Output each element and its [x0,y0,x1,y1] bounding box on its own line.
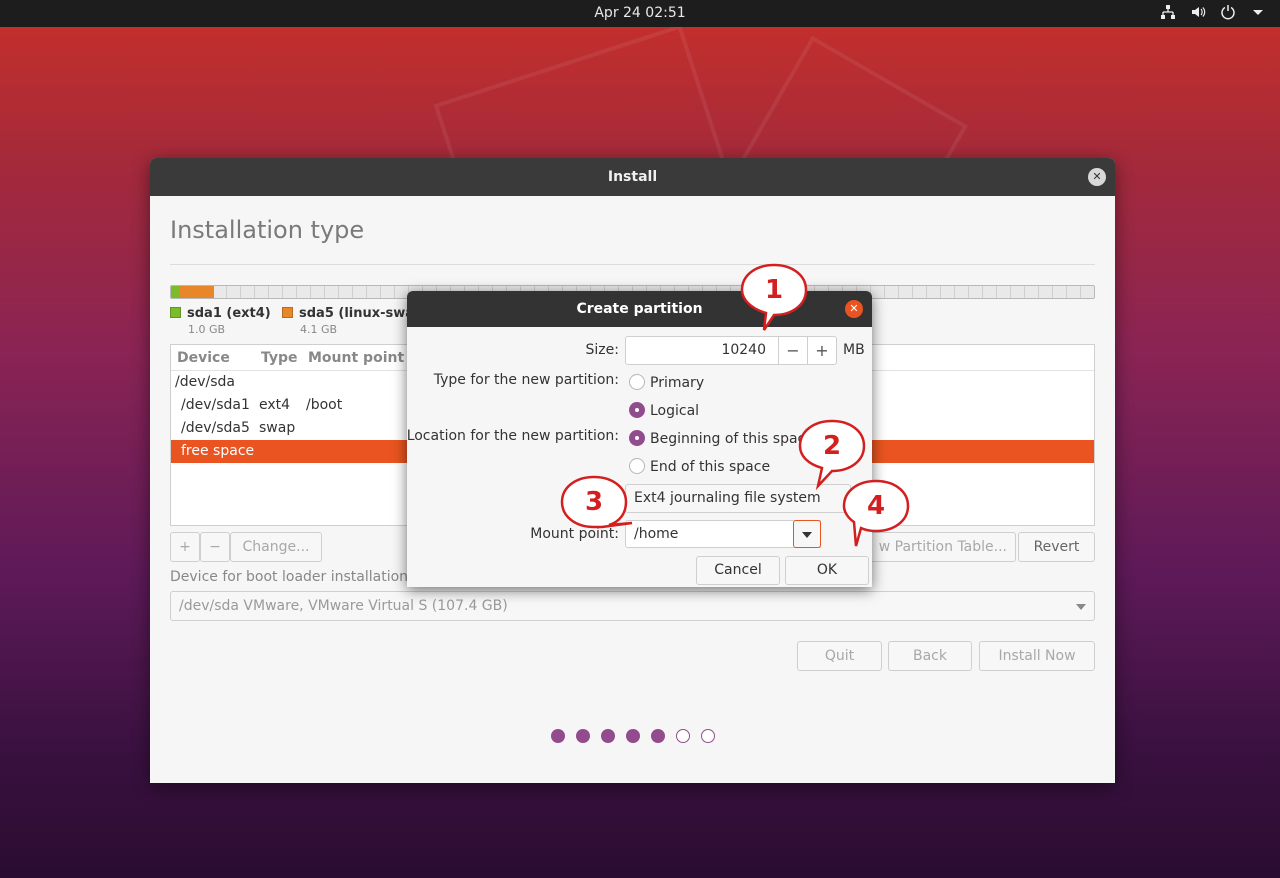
close-icon[interactable]: ✕ [845,300,863,318]
location-label: Location for the new partition: [406,428,619,444]
legend-item-sda5: sda5 (linux-swa 4.1 GB [282,306,414,336]
boot-loader-value: /dev/sda VMware, VMware Virtual S (107.4… [179,598,508,614]
ok-button[interactable]: OK [785,556,869,585]
row-device: /dev/sda [175,374,235,390]
legend-size: 4.1 GB [300,323,338,336]
decrement-button[interactable]: − [778,337,807,364]
dialog-title: Create partition [576,301,703,317]
radio-label: Logical [650,403,700,419]
clock[interactable]: Apr 24 02:51 [0,5,1280,21]
size-unit: MB [843,342,865,358]
chevron-down-icon [802,532,812,538]
column-header-mount[interactable]: Mount point [308,350,404,366]
row-type: swap [259,420,296,436]
row-device: /dev/sda5 [181,420,250,436]
annotation-callout-2: 2 [798,418,866,491]
legend-name: sda5 (linux-swa [299,306,415,321]
network-icon[interactable] [1160,4,1176,20]
boot-loader-select[interactable]: /dev/sda VMware, VMware Virtual S (107.4… [170,591,1095,621]
install-now-button[interactable]: Install Now [979,641,1095,671]
annotation-callout-1: 1 [740,262,808,331]
add-partition-button[interactable]: + [170,532,200,562]
legend-swatch [282,307,293,318]
radio-circle-checked[interactable] [629,402,645,418]
close-icon[interactable]: ✕ [1088,168,1106,186]
legend-item-sda1: sda1 (ext4) 1.0 GB [170,306,271,336]
size-value[interactable]: 10240 [721,342,766,358]
radio-label: Beginning of this space [650,431,814,447]
radio-beginning[interactable]: Beginning of this space [629,430,814,447]
radio-label: Primary [650,375,705,391]
legend-swatch [170,307,181,318]
column-header-device[interactable]: Device [177,350,230,366]
radio-circle[interactable] [629,458,645,474]
progress-dot-pending [700,729,715,743]
progress-dot-complete [625,729,640,743]
system-tray[interactable] [1160,4,1266,20]
use-as-value: Ext4 journaling file system [634,490,821,506]
remove-partition-button[interactable]: − [200,532,230,562]
page-title: Installation type [170,216,365,244]
boot-loader-label: Device for boot loader installation: [170,569,413,585]
window-titlebar[interactable]: Install ✕ [150,158,1115,196]
legend-name: sda1 (ext4) [187,306,271,321]
power-icon[interactable] [1220,4,1236,20]
progress-dot-complete [650,729,665,743]
revert-button[interactable]: Revert [1018,532,1095,562]
callout-number: 3 [584,487,604,517]
top-bar: Apr 24 02:51 [0,0,1280,27]
quit-button[interactable]: Quit [797,641,882,671]
size-input[interactable]: 10240 − + [625,336,837,365]
disk-segment-sda5 [180,286,214,298]
mount-point-dropdown-button[interactable] [793,520,821,548]
row-mount: /boot [306,397,343,413]
radio-end[interactable]: End of this space [629,458,770,475]
progress-dots [150,729,1115,747]
back-button[interactable]: Back [888,641,972,671]
increment-button[interactable]: + [807,337,836,364]
disk-segment-sda1 [171,286,180,298]
legend-size: 1.0 GB [188,323,226,336]
row-device: free space [181,443,255,459]
radio-circle-checked[interactable] [629,430,645,446]
progress-dot-complete [600,729,615,743]
radio-primary[interactable]: Primary [629,374,704,391]
progress-dot-pending [675,729,690,743]
annotation-callout-3: 3 [560,474,633,530]
window-title: Install [607,169,658,185]
row-type: ext4 [259,397,291,413]
volume-icon[interactable] [1190,4,1206,20]
type-label: Type for the new partition: [433,372,619,388]
radio-logical[interactable]: Logical [629,402,699,419]
size-label: Size: [585,342,619,358]
chevron-down-icon[interactable] [1250,4,1266,20]
progress-dot-complete [575,729,590,743]
callout-number: 2 [822,431,842,461]
annotation-callout-4: 4 [842,478,910,547]
change-partition-button[interactable]: Change... [230,532,322,562]
cancel-button[interactable]: Cancel [696,556,780,585]
radio-label: End of this space [650,459,771,475]
mount-point-input[interactable]: /home [625,520,821,548]
callout-number: 4 [866,491,886,521]
chevron-down-icon [1076,604,1086,610]
row-device: /dev/sda1 [181,397,250,413]
callout-number: 1 [764,275,784,305]
column-header-type[interactable]: Type [261,350,298,366]
radio-circle[interactable] [629,374,645,390]
divider [170,264,1095,265]
progress-dot-complete [550,729,565,743]
mount-point-value[interactable]: /home [634,526,678,542]
